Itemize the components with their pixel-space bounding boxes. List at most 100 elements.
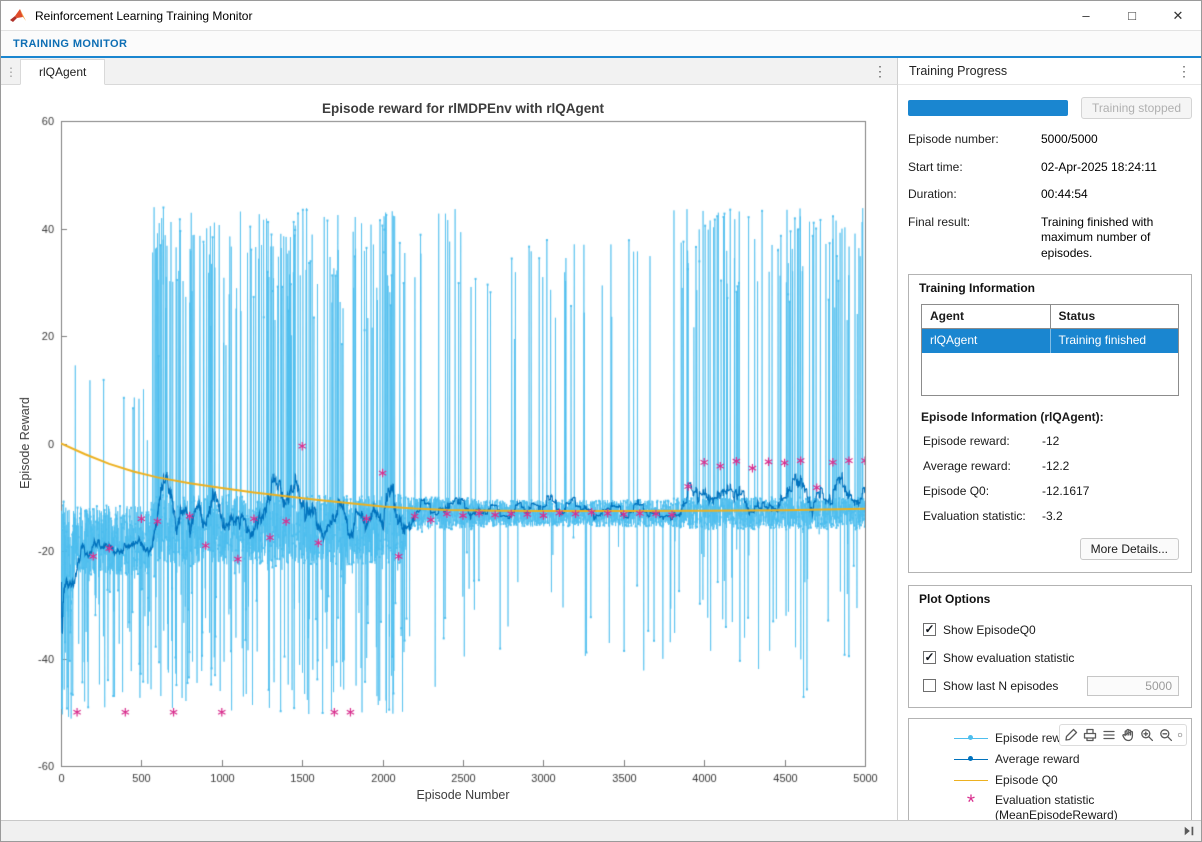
check-icon: ✓ [924, 623, 934, 635]
legend-label: Evaluation statistic (MeanEpisodeReward) [995, 793, 1118, 820]
cell-agent: rlQAgent [922, 329, 1051, 353]
legend-item-episode-q0: Episode Q0 [954, 770, 1191, 791]
field-label: Start time: [908, 160, 1041, 176]
expand-panel-icon[interactable] [1183, 825, 1195, 837]
plot-options-group: Plot Options ✓ Show EpisodeQ0 ✓ Show eva… [908, 585, 1192, 708]
checkbox-label: Show last N episodes [943, 679, 1058, 693]
field-value: Training finished with maximum number of… [1041, 215, 1192, 262]
field-value: 02-Apr-2025 18:24:11 [1041, 160, 1192, 176]
y-axis-label: Episode Reward [18, 397, 32, 489]
episode-reward-line-sample [954, 738, 988, 739]
training-progress-header: Training Progress ⋮ [898, 58, 1201, 85]
panel-title: Training Progress [898, 64, 1007, 78]
legend-item-evaluation-statistic: * Evaluation statistic (MeanEpisodeRewar… [954, 793, 1191, 820]
training-progress-panel: Training stopped Episode number: 5000/50… [898, 85, 1201, 820]
field-label: Final result: [908, 215, 1041, 262]
last-n-episodes-input[interactable] [1087, 676, 1179, 696]
window-title: Reinforcement Learning Training Monitor [35, 9, 252, 23]
more-details-button[interactable]: More Details... [1080, 538, 1179, 560]
field-start-time: Start time: 02-Apr-2025 18:24:11 [908, 160, 1192, 176]
field-value: 5000/5000 [1041, 132, 1192, 148]
matlab-logo-icon [9, 7, 27, 25]
ep-label: Average reward: [923, 459, 1042, 473]
statusbar [1, 820, 1201, 841]
axes-toolbar [1059, 724, 1187, 746]
table-row-rlqagent[interactable]: rlQAgent Training finished [922, 329, 1178, 353]
checkbox-box[interactable]: ✓ [923, 623, 936, 636]
average-reward-row: Average reward: -12.2 [923, 459, 1179, 473]
episode-reward-row: Episode reward: -12 [923, 434, 1179, 448]
tab-label: rlQAgent [39, 65, 86, 79]
cell-status: Training finished [1051, 329, 1179, 353]
maximize-button[interactable]: □ [1109, 1, 1155, 30]
checkbox-box[interactable] [923, 679, 936, 692]
legend-label: Average reward [995, 752, 1080, 766]
tabbar-grip-icon[interactable]: ⋮ [1, 65, 20, 84]
average-reward-line-sample [954, 759, 988, 760]
toolstrip: TRAINING MONITOR [1, 31, 1201, 58]
episode-q0-row: Episode Q0: -12.1617 [923, 484, 1179, 498]
chart-title: Episode reward for rlMDPEnv with rlQAgen… [61, 101, 865, 116]
ep-label: Episode Q0: [923, 484, 1042, 498]
training-progress-bar [908, 100, 1068, 116]
properties-icon[interactable] [1101, 727, 1117, 743]
panel-kebab-icon[interactable]: ⋮ [1177, 63, 1201, 80]
legend-label: Episode Q0 [995, 773, 1058, 787]
reward-chart-canvas[interactable] [1, 85, 895, 820]
zoom-in-icon[interactable] [1139, 727, 1155, 743]
ep-value: -12.2 [1042, 459, 1069, 473]
window-controls: – □ ✕ [1063, 1, 1201, 30]
field-label: Duration: [908, 187, 1041, 203]
training-progress-fill [908, 100, 1068, 116]
column-header-agent[interactable]: Agent [922, 305, 1051, 328]
legend-label-line2: (MeanEpisodeReward) [995, 808, 1118, 820]
document-kebab-icon[interactable]: ⋮ [873, 63, 897, 84]
close-button[interactable]: ✕ [1155, 1, 1201, 30]
ep-value: -12 [1042, 434, 1059, 448]
document-tabbar: ⋮ rlQAgent ⋮ [1, 58, 898, 85]
maximize-icon: □ [1128, 8, 1136, 23]
toolstrip-tab-training-monitor[interactable]: TRAINING MONITOR [1, 38, 139, 50]
marker-dot [968, 756, 973, 761]
restore-view-icon[interactable] [1177, 727, 1183, 743]
checkbox-show-evaluation-statistic[interactable]: ✓ Show evaluation statistic [923, 649, 1179, 667]
check-icon: ✓ [924, 651, 934, 663]
figure-panel: Episode reward for rlMDPEnv with rlQAgen… [1, 85, 898, 820]
field-value: 00:44:54 [1041, 187, 1192, 203]
group-title: Plot Options [909, 586, 1191, 611]
ep-value: -12.1617 [1042, 484, 1089, 498]
checkbox-show-episodeq0[interactable]: ✓ Show EpisodeQ0 [923, 621, 1179, 639]
checkbox-show-last-n-episodes[interactable]: Show last N episodes [923, 677, 1179, 695]
table-header-row: Agent Status [922, 305, 1178, 329]
field-final-result: Final result: Training finished with max… [908, 215, 1192, 262]
progress-row: Training stopped [908, 97, 1192, 119]
minimize-button[interactable]: – [1063, 1, 1109, 30]
legend-label-line1: Evaluation statistic [995, 793, 1118, 808]
agent-status-table[interactable]: Agent Status rlQAgent Training finished [921, 304, 1179, 396]
brush-icon[interactable] [1063, 727, 1079, 743]
field-duration: Duration: 00:44:54 [908, 187, 1192, 203]
minimize-icon: – [1082, 8, 1089, 23]
ep-label: Evaluation statistic: [923, 509, 1042, 523]
more-details-row: More Details... [909, 534, 1191, 572]
tab-rlqagent[interactable]: rlQAgent [20, 59, 105, 85]
legend-item-average-reward: Average reward [954, 749, 1191, 770]
titlebar: Reinforcement Learning Training Monitor … [1, 1, 1201, 31]
chart-legend: Episode reward Average reward Episode Q0… [908, 718, 1192, 820]
episode-q0-line-sample [954, 780, 988, 781]
column-header-status[interactable]: Status [1051, 305, 1179, 328]
pan-hand-icon[interactable] [1120, 727, 1136, 743]
group-title: Training Information [909, 275, 1191, 300]
episode-information-title: Episode Information (rlQAgent): [921, 410, 1179, 424]
zoom-out-icon[interactable] [1158, 727, 1174, 743]
evaluation-asterisk-marker: * [954, 798, 988, 808]
training-stopped-button[interactable]: Training stopped [1081, 97, 1192, 119]
ep-label: Episode reward: [923, 434, 1042, 448]
export-icon[interactable] [1082, 727, 1098, 743]
field-episode-number: Episode number: 5000/5000 [908, 132, 1192, 148]
checkbox-box[interactable]: ✓ [923, 651, 936, 664]
ep-value: -3.2 [1042, 509, 1063, 523]
close-icon: ✕ [1173, 8, 1184, 24]
evaluation-statistic-row: Evaluation statistic: -3.2 [923, 509, 1179, 523]
app-window: Reinforcement Learning Training Monitor … [0, 0, 1202, 842]
